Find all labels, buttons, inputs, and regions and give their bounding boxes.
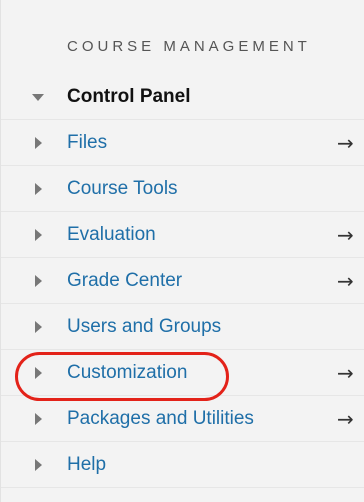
menu-item-label: Users and Groups [67,316,222,337]
menu-item-label: Packages and Utilities [67,408,254,429]
menu-item-control-panel[interactable]: Control Panel [1,74,364,120]
section-header: COURSE MANAGEMENT [67,38,311,55]
caret-down-icon [32,94,44,101]
arrow-right-icon[interactable]: → [337,269,354,293]
menu-item-help[interactable]: Help [1,442,364,488]
menu-item-label: Evaluation [67,224,156,245]
menu-item-label: Files [67,132,108,153]
control-panel-menu: Control Panel Files → Course Tools Evalu… [1,74,364,488]
caret-right-icon [35,275,42,287]
arrow-right-icon[interactable]: → [337,131,354,155]
caret-right-icon [35,321,42,333]
caret-right-icon [35,367,42,379]
menu-item-evaluation[interactable]: Evaluation → [1,212,364,258]
caret-right-icon [35,459,42,471]
course-management-panel: COURSE MANAGEMENT Control Panel Files → … [0,0,364,502]
caret-right-icon [35,413,42,425]
menu-item-course-tools[interactable]: Course Tools [1,166,364,212]
menu-item-label: Control Panel [67,86,191,107]
arrow-right-icon[interactable]: → [337,361,354,385]
arrow-right-icon[interactable]: → [337,223,354,247]
menu-item-label: Grade Center [67,270,183,291]
menu-item-label: Customization [67,362,188,383]
menu-item-label: Course Tools [67,178,178,199]
caret-right-icon [35,229,42,241]
caret-right-icon [35,137,42,149]
caret-right-icon [35,183,42,195]
menu-item-customization[interactable]: Customization → [1,350,364,396]
menu-item-packages-and-utilities[interactable]: Packages and Utilities → [1,396,364,442]
arrow-right-icon[interactable]: → [337,407,354,431]
menu-item-users-and-groups[interactable]: Users and Groups [1,304,364,350]
menu-item-label: Help [67,454,107,475]
menu-item-grade-center[interactable]: Grade Center → [1,258,364,304]
menu-item-files[interactable]: Files → [1,120,364,166]
